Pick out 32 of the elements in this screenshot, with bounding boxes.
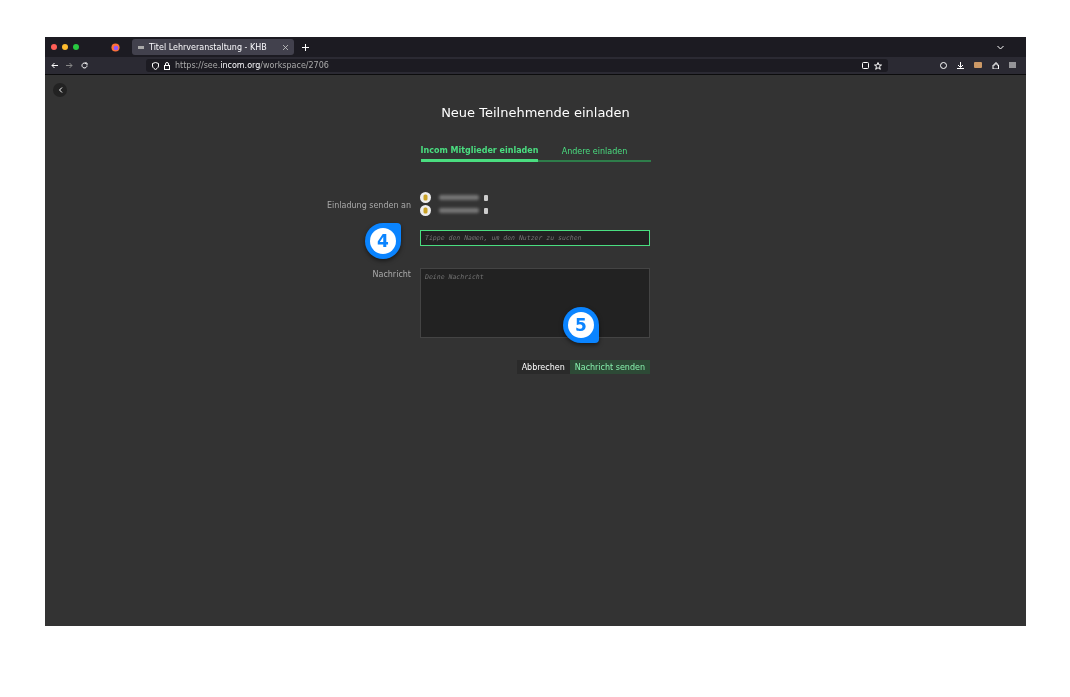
browser-tab[interactable]: Titel Lehrveranstaltung - KHB [132, 39, 294, 55]
page-title: Neue Teilnehmende einladen [441, 105, 630, 120]
tab-title: Titel Lehrveranstaltung - KHB [149, 42, 267, 52]
blurred-name [439, 195, 479, 200]
step-marker: 4 [365, 223, 401, 259]
tab[interactable]: Andere einladen [538, 146, 651, 162]
browser-logo-icon [111, 42, 120, 52]
field-label: Nachricht [372, 270, 411, 279]
new-tab-icon[interactable] [302, 43, 309, 51]
address-bar[interactable]: https://see.incom.org/workspace/2706 [146, 59, 888, 72]
forward-arrow-icon[interactable] [66, 62, 73, 69]
url-text: https://see.incom.org/workspace/2706 [175, 61, 329, 70]
avatar-icon [420, 192, 431, 203]
star-icon[interactable] [874, 61, 882, 70]
tab[interactable]: Incom Mitglieder einladen [420, 146, 539, 162]
site-icon [138, 45, 144, 49]
chevron-left-icon [57, 87, 63, 93]
send-button[interactable]: Nachricht senden [569, 360, 650, 374]
puzzle-icon[interactable] [992, 62, 999, 69]
lock-icon [164, 61, 170, 70]
blurred-name [439, 208, 479, 213]
avatar-icon [420, 205, 431, 216]
chevron-down-icon[interactable] [997, 44, 1004, 50]
close-icon[interactable] [283, 44, 288, 50]
download-icon[interactable] [957, 62, 964, 69]
shield-icon [152, 61, 159, 70]
cancel-button[interactable]: Abbrechen [516, 360, 570, 374]
reader-view-icon[interactable] [862, 62, 869, 69]
back-arrow-icon[interactable] [51, 62, 58, 69]
field-label: Einladung senden an [326, 201, 411, 210]
reload-icon[interactable] [81, 62, 88, 69]
back-button[interactable] [53, 83, 67, 97]
